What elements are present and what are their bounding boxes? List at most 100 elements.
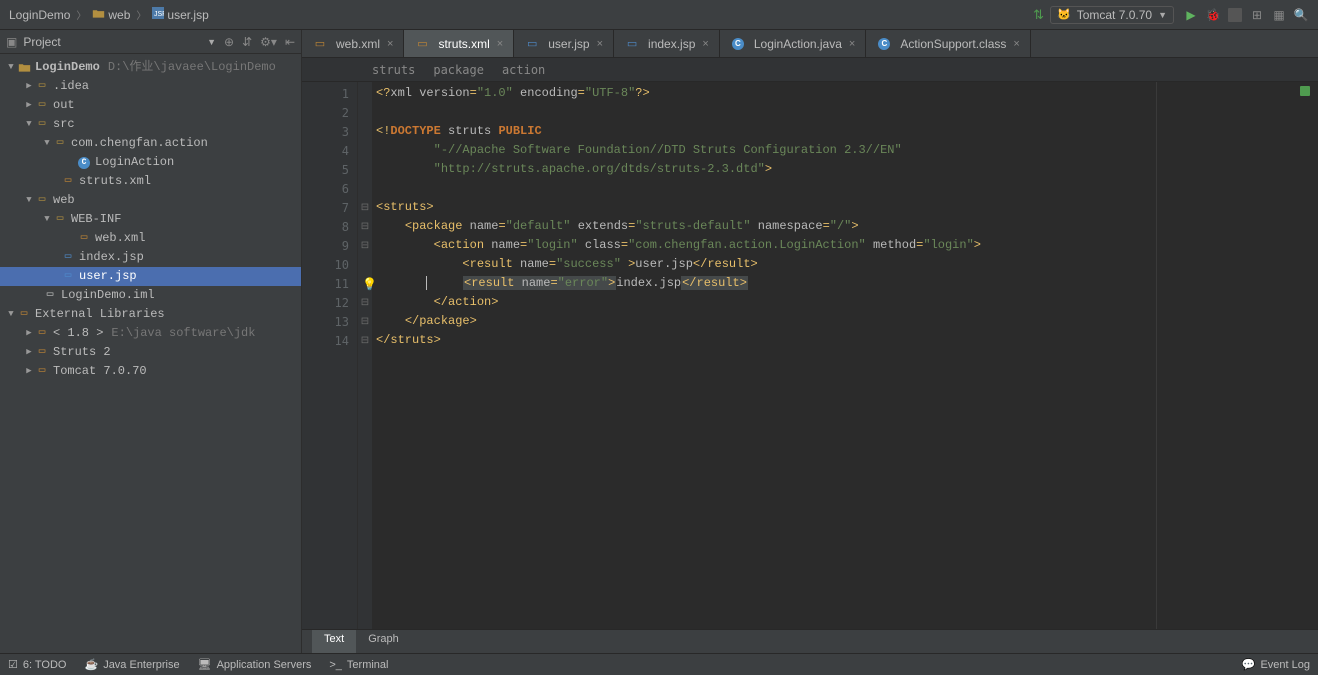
close-icon[interactable]: ×: [1013, 38, 1019, 50]
jsp-file-icon: ▭: [624, 37, 640, 50]
dropdown-arrow-icon[interactable]: ▼: [207, 37, 216, 47]
text-view-tab[interactable]: Text: [312, 630, 356, 653]
status-bar: ☑ 6: TODO ☕ Java Enterprise 🖥 Application S…: [0, 653, 1318, 675]
tab-web-xml[interactable]: ▭web.xml×: [302, 30, 404, 57]
fold-marker[interactable]: ⊟: [358, 312, 372, 331]
search-button[interactable]: 🔍: [1294, 8, 1308, 22]
xml-breadcrumb: struts package action: [302, 58, 1318, 82]
javaee-tool-icon[interactable]: ☕: [84, 658, 98, 671]
editor-view-tabs: Text Graph: [302, 629, 1318, 653]
dropdown-arrow-icon: ▼: [1158, 10, 1167, 20]
fold-marker[interactable]: ⊟: [358, 236, 372, 255]
fold-marker[interactable]: ⊟: [358, 331, 372, 350]
iml-file-icon: ▭: [42, 286, 58, 305]
expander-icon[interactable]: ▼: [24, 115, 34, 134]
chevron-right-icon: 〉: [76, 7, 86, 22]
breadcrumb: LoginDemo 〉 web 〉 JSP user.jsp: [6, 5, 212, 24]
vcs-update-icon[interactable]: ⇅: [1033, 7, 1044, 23]
run-config-select[interactable]: 🐱 Tomcat 7.0.70 ▼: [1050, 6, 1174, 24]
close-icon[interactable]: ×: [497, 38, 503, 50]
fold-gutter: ⊟ ⊟ ⊟ ⊟ ⊟ ⊟: [358, 82, 372, 629]
line-number-gutter: 123 456 789 1011💡 121314: [302, 82, 358, 629]
sidebar-title[interactable]: Project: [23, 35, 207, 49]
terminal-button[interactable]: Terminal: [347, 659, 389, 671]
project-tree[interactable]: ▼LoginDemoD:\作业\javaee\LoginDemo ▶▭.idea…: [0, 54, 301, 385]
xml-file-icon: ▭: [312, 37, 328, 50]
xml-file-icon: ▭: [60, 172, 76, 191]
expander-icon[interactable]: ▶: [24, 362, 34, 381]
autoscroll-icon[interactable]: ⇵: [242, 35, 252, 49]
folder-icon: [92, 8, 105, 22]
collapse-icon[interactable]: ⇤: [285, 35, 295, 49]
expander-icon[interactable]: ▶: [24, 324, 34, 343]
code-editor[interactable]: 123 456 789 1011💡 121314 ⊟ ⊟ ⊟ ⊟ ⊟ ⊟: [302, 82, 1318, 629]
svg-text:JSP: JSP: [154, 11, 164, 18]
project-structure-button[interactable]: ⊞: [1250, 8, 1264, 22]
debug-button[interactable]: 🐞: [1206, 8, 1220, 22]
close-icon[interactable]: ×: [702, 38, 708, 50]
xml-path-item[interactable]: package: [433, 63, 484, 77]
inspection-status-icon[interactable]: [1300, 86, 1310, 96]
folder-icon: ▭: [34, 77, 50, 96]
tomcat-icon: 🐱: [1057, 8, 1071, 21]
jdk-icon: ▭: [34, 324, 50, 343]
expander-icon[interactable]: ▶: [24, 343, 34, 362]
xml-path-item[interactable]: struts: [372, 63, 415, 77]
jsp-file-icon: ▭: [60, 267, 76, 286]
folder-icon: ▭: [34, 191, 50, 210]
jsp-file-icon: JSP: [152, 7, 164, 22]
expander-icon[interactable]: ▼: [42, 134, 52, 153]
tab-index-jsp[interactable]: ▭index.jsp×: [614, 30, 720, 57]
library-icon: ▭: [34, 362, 50, 381]
stop-button[interactable]: [1228, 8, 1242, 22]
todo-tool-icon[interactable]: ☑: [8, 658, 18, 671]
layout-button[interactable]: ▦: [1272, 8, 1286, 22]
package-icon: ▭: [52, 134, 68, 153]
expander-icon[interactable]: ▼: [42, 210, 52, 229]
tab-action-support[interactable]: CActionSupport.class×: [866, 30, 1031, 57]
jsp-file-icon: ▭: [524, 37, 540, 50]
expander-icon[interactable]: ▶: [24, 96, 34, 115]
app-servers-button[interactable]: Application Servers: [217, 659, 312, 671]
terminal-tool-icon[interactable]: >_: [329, 659, 342, 671]
fold-marker[interactable]: ⊟: [358, 217, 372, 236]
project-view-icon[interactable]: ▣: [6, 35, 17, 49]
breadcrumb-item[interactable]: web: [89, 6, 133, 24]
close-icon[interactable]: ×: [387, 38, 393, 50]
graph-view-tab[interactable]: Graph: [356, 630, 411, 653]
view-options-icon[interactable]: ⚙▾: [260, 35, 277, 49]
todo-button[interactable]: 6: TODO: [23, 659, 67, 671]
target-icon[interactable]: ⊕: [224, 35, 234, 49]
java-enterprise-button[interactable]: Java Enterprise: [103, 659, 179, 671]
fold-marker[interactable]: ⊟: [358, 293, 372, 312]
breadcrumb-item[interactable]: JSP user.jsp: [149, 5, 211, 24]
class-icon: C: [878, 38, 890, 50]
event-log-icon[interactable]: 💬: [1242, 658, 1256, 671]
fold-marker[interactable]: ⊟: [358, 198, 372, 217]
servers-tool-icon[interactable]: 🖥: [198, 658, 212, 671]
xml-path-item[interactable]: action: [502, 63, 545, 77]
libraries-icon: ▭: [16, 305, 32, 324]
editor-area: ▭web.xml× ▭struts.xml× ▭user.jsp× ▭index…: [302, 30, 1318, 653]
expander-icon[interactable]: ▼: [24, 191, 34, 210]
close-icon[interactable]: ×: [597, 38, 603, 50]
expander-icon[interactable]: ▼: [6, 58, 16, 77]
tab-login-action[interactable]: CLoginAction.java×: [720, 30, 867, 57]
chevron-right-icon: 〉: [136, 7, 146, 22]
expander-icon[interactable]: ▶: [24, 77, 34, 96]
run-button[interactable]: ▶: [1184, 8, 1198, 22]
tree-node-selected[interactable]: ▭user.jsp: [0, 267, 301, 286]
class-icon: C: [78, 157, 90, 169]
library-icon: ▭: [34, 343, 50, 362]
tab-struts-xml[interactable]: ▭struts.xml×: [404, 30, 514, 57]
expander-icon[interactable]: ▼: [6, 305, 16, 324]
top-toolbar: LoginDemo 〉 web 〉 JSP user.jsp ⇅ 🐱 Tomca…: [0, 0, 1318, 30]
xml-file-icon: ▭: [76, 229, 92, 248]
close-icon[interactable]: ×: [849, 38, 855, 50]
event-log-button[interactable]: Event Log: [1260, 659, 1310, 671]
tab-user-jsp[interactable]: ▭user.jsp×: [514, 30, 614, 57]
class-icon: C: [732, 38, 744, 50]
breadcrumb-item[interactable]: LoginDemo: [6, 6, 73, 24]
project-sidebar: ▣ Project ▼ ⊕ ⇵ ⚙▾ ⇤ ▼LoginDemoD:\作业\jav…: [0, 30, 302, 653]
editor-tabs: ▭web.xml× ▭struts.xml× ▭user.jsp× ▭index…: [302, 30, 1318, 58]
